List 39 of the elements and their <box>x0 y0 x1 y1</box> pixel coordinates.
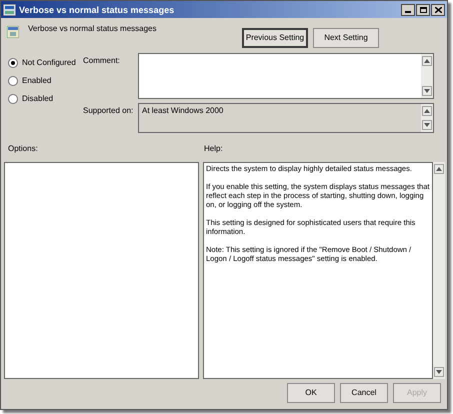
scroll-down-button[interactable] <box>434 367 444 377</box>
close-icon <box>434 6 442 12</box>
maximize-button[interactable] <box>416 4 430 16</box>
nav-button[interactable]: Previous Setting <box>242 28 308 48</box>
comment-label: Comment: <box>83 55 121 67</box>
up-arrow-icon <box>424 109 430 113</box>
scroll-up-button[interactable] <box>434 164 444 174</box>
help-label: Help: <box>204 144 223 154</box>
policy-icon <box>7 26 19 38</box>
scroll-down-button[interactable] <box>422 86 432 96</box>
radio-button[interactable] <box>8 76 18 86</box>
window-title: Verbose vs normal status messages <box>19 4 174 14</box>
window-icon <box>3 4 16 16</box>
supported-label: Supported on: <box>83 105 134 117</box>
scroll-up-button[interactable] <box>422 56 432 66</box>
up-arrow-icon <box>436 167 442 171</box>
scrollbar[interactable] <box>421 54 433 98</box>
scroll-up-button[interactable] <box>422 106 432 116</box>
nav-button[interactable]: Next Setting <box>313 28 379 48</box>
scrollbar[interactable] <box>421 104 433 132</box>
scroll-down-button[interactable] <box>422 120 432 130</box>
comment-field[interactable] <box>138 53 434 99</box>
setting-title: Verbose vs normal status messages <box>28 24 157 34</box>
down-arrow-icon <box>436 370 442 374</box>
dialog-button[interactable]: OK <box>287 383 335 403</box>
options-label: Options: <box>8 144 39 154</box>
radio-button[interactable] <box>8 58 18 68</box>
close-button[interactable] <box>431 4 445 16</box>
radio-option[interactable]: Enabled <box>8 74 52 87</box>
minimize-button[interactable] <box>401 4 415 16</box>
dialog-button[interactable]: Cancel <box>340 383 388 403</box>
scrollbar[interactable] <box>433 162 445 379</box>
supported-value: At least Windows 2000 <box>141 105 224 117</box>
up-arrow-icon <box>424 59 430 63</box>
down-arrow-icon <box>424 89 430 93</box>
radio-button[interactable] <box>8 94 18 104</box>
down-arrow-icon <box>424 123 430 127</box>
radio-option[interactable]: Not Configured <box>8 56 76 69</box>
radio-option[interactable]: Disabled <box>8 92 54 105</box>
